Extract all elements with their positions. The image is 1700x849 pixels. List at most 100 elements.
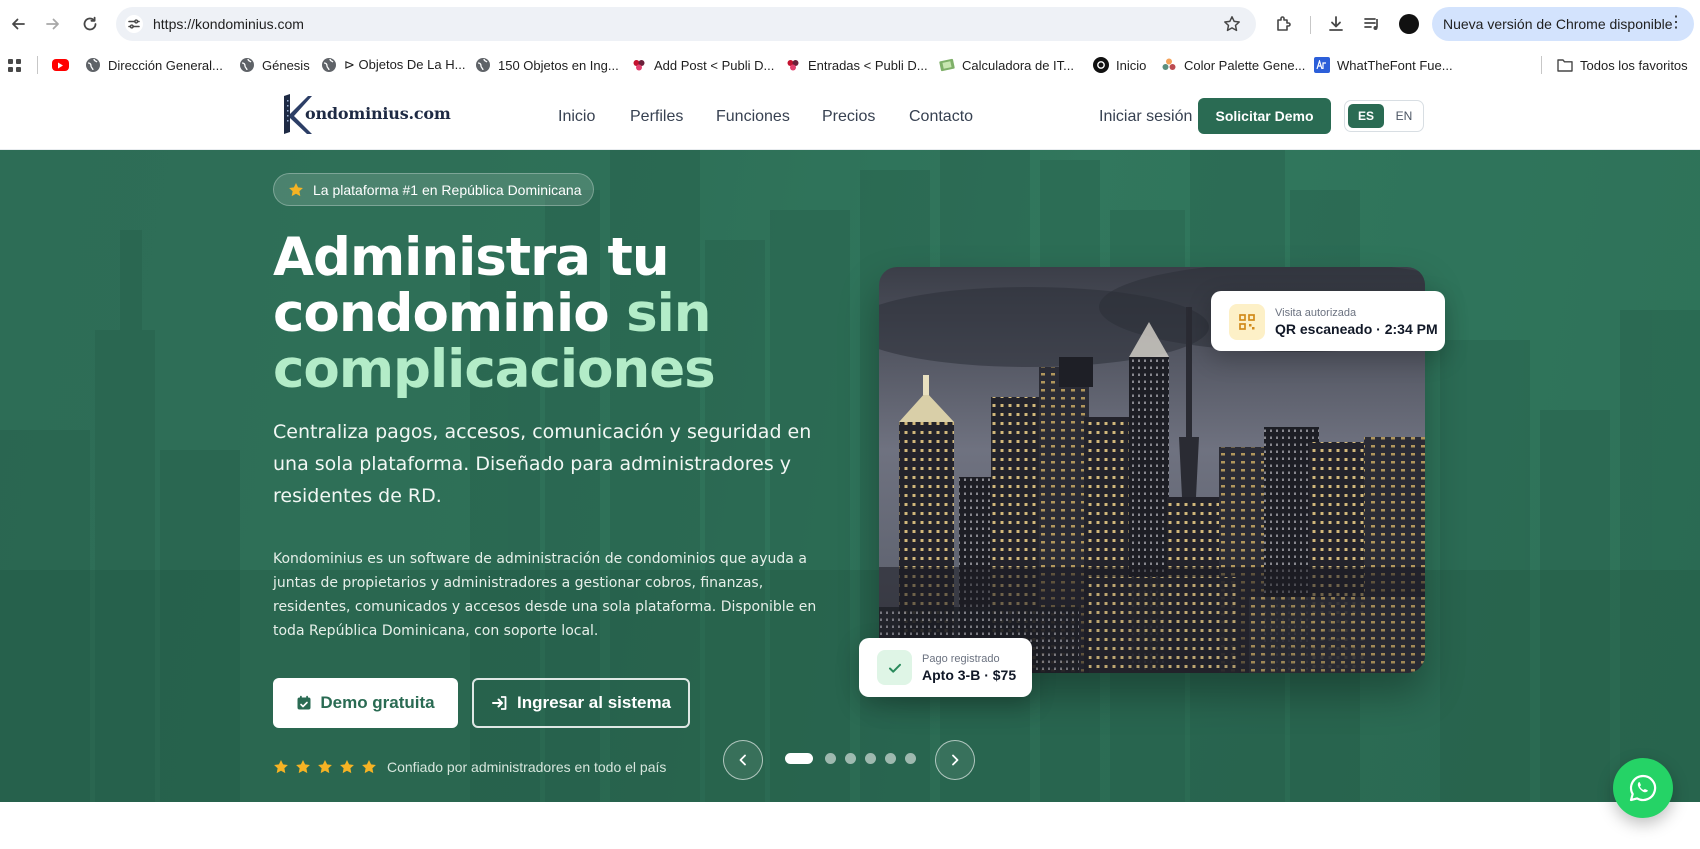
- trust-text: Confiado por administradores en todo el …: [387, 759, 667, 775]
- chrome-update-button[interactable]: Nueva versión de Chrome disponible ⋮: [1432, 7, 1694, 41]
- toolbar-separator: [1310, 16, 1311, 34]
- rating-star-icon: [296, 760, 310, 774]
- carousel-next-button[interactable]: [935, 740, 975, 780]
- kebab-menu-icon[interactable]: ⋮: [1668, 15, 1684, 31]
- login-link[interactable]: Iniciar sesión: [1099, 108, 1192, 126]
- carousel-prev-button[interactable]: [723, 740, 763, 780]
- hero-section: La plataforma #1 en República Dominicana…: [0, 150, 1700, 802]
- chevron-left-icon: [739, 754, 746, 766]
- download-icon[interactable]: [1325, 13, 1347, 35]
- bookmarks-bar: Dirección General... Génesis ⊳ Objetos D…: [0, 48, 1700, 82]
- site-favicon: [785, 57, 801, 73]
- all-bookmarks-folder[interactable]: Todos los favoritos: [1557, 54, 1688, 76]
- browser-toolbar: https://kondominius.com Nueva versión de…: [0, 0, 1700, 48]
- font-favicon: [1314, 57, 1330, 73]
- apps-grid-icon[interactable]: [8, 55, 22, 77]
- rating-star-icon: [340, 760, 354, 774]
- bookmark-item[interactable]: 150 Objetos en Ing...: [475, 54, 619, 76]
- hero-title-line-3: complicaciones: [273, 339, 716, 400]
- payment-registered-card: Pago registrado Apto 3-B · $75: [859, 638, 1032, 697]
- bookmark-label: 150 Objetos en Ing...: [498, 57, 619, 73]
- youtube-icon: [52, 59, 69, 71]
- hero-title-line-2: condominio: [273, 283, 627, 344]
- bookmark-item[interactable]: Dirección General...: [85, 54, 223, 76]
- site-header: K ondominius.com Inicio Perfiles Funcion…: [0, 82, 1700, 150]
- whatsapp-icon: [1629, 774, 1657, 802]
- whatsapp-button[interactable]: [1613, 758, 1673, 818]
- extensions-icon[interactable]: [1273, 13, 1295, 35]
- reload-icon[interactable]: [77, 11, 103, 37]
- site-favicon: [631, 57, 647, 73]
- chrome-update-label: Nueva versión de Chrome disponible: [1443, 16, 1673, 32]
- nav-link-precios[interactable]: Precios: [822, 108, 875, 126]
- hero-badge-text: La plataforma #1 en República Dominicana: [313, 181, 582, 198]
- folder-icon: [1557, 57, 1573, 73]
- bookmark-label: Inicio: [1116, 57, 1147, 73]
- nav-link-inicio[interactable]: Inicio: [558, 108, 595, 126]
- threads-favicon: [1093, 57, 1109, 73]
- bookmark-label: WhatTheFont Fue...: [1337, 57, 1453, 73]
- carousel-dot[interactable]: [905, 753, 916, 764]
- calendar-check-icon: [297, 695, 311, 710]
- rating-star-icon: [318, 760, 332, 774]
- hero-lead: Centraliza pagos, accesos, comunicación …: [273, 421, 812, 507]
- skyline-background: [0, 150, 1700, 802]
- carousel-dot[interactable]: [885, 753, 896, 764]
- back-arrow-icon[interactable]: [5, 11, 31, 37]
- bookmark-item[interactable]: WhatTheFont Fue...: [1314, 54, 1453, 76]
- lang-es-button[interactable]: ES: [1348, 104, 1384, 128]
- hero-title-line-1: Administra tu: [273, 227, 670, 288]
- calculator-favicon: [939, 57, 955, 73]
- bookmark-label: Dirección General...: [108, 57, 223, 73]
- payment-card-caption: Pago registrado: [922, 653, 1000, 665]
- login-system-button[interactable]: Ingresar al sistema: [472, 678, 690, 728]
- next-section: [0, 802, 1700, 849]
- rating-star-icon: [362, 760, 376, 774]
- visit-card-caption: Visita autorizada: [1275, 307, 1357, 319]
- hero-title-accent: sin: [626, 283, 711, 344]
- bookmark-item[interactable]: Entradas < Publi D...: [785, 54, 928, 76]
- bookmark-item[interactable]: Add Post < Publi D...: [631, 54, 774, 76]
- carousel-dot[interactable]: [785, 753, 813, 764]
- lang-en-button[interactable]: EN: [1387, 104, 1421, 128]
- bookmarks-separator: [37, 56, 38, 74]
- visit-authorized-card: Visita autorizada QR escaneado · 2:34 PM: [1211, 291, 1445, 351]
- check-icon: [877, 650, 912, 685]
- bookmark-star-icon[interactable]: [1222, 14, 1242, 34]
- logo-text[interactable]: ondominius.com: [305, 104, 451, 123]
- nav-link-perfiles[interactable]: Perfiles: [630, 108, 683, 126]
- youtube-bookmark[interactable]: [52, 54, 76, 76]
- bookmarks-separator: [1541, 56, 1542, 74]
- media-queue-icon[interactable]: [1361, 13, 1383, 35]
- chevron-right-icon: [952, 754, 959, 766]
- bookmark-label: ⊳ Objetos De La H...: [344, 57, 466, 72]
- carousel-dot[interactable]: [845, 753, 856, 764]
- bookmark-item[interactable]: Calculadora de IT...: [939, 54, 1074, 76]
- bookmark-label: Calculadora de IT...: [962, 57, 1075, 73]
- bookmark-label: Génesis: [262, 57, 310, 73]
- request-demo-button[interactable]: Solicitar Demo: [1198, 98, 1331, 134]
- url-text[interactable]: https://kondominius.com: [153, 16, 304, 32]
- hero-badge: La plataforma #1 en República Dominicana: [273, 173, 594, 206]
- carousel-dot[interactable]: [865, 753, 876, 764]
- address-bar[interactable]: https://kondominius.com: [116, 7, 1256, 41]
- site-settings-icon[interactable]: [124, 14, 144, 34]
- carousel-dot[interactable]: [825, 753, 836, 764]
- profile-avatar[interactable]: [1399, 14, 1419, 34]
- rating-stars: [273, 759, 377, 775]
- trust-rating: Confiado por administradores en todo el …: [273, 755, 666, 779]
- qr-code-icon: [1229, 304, 1265, 340]
- bookmark-item[interactable]: Inicio: [1093, 54, 1146, 76]
- all-bookmarks-label: Todos los favoritos: [1580, 57, 1688, 73]
- free-demo-button[interactable]: Demo gratuita: [273, 678, 458, 728]
- forward-arrow-icon[interactable]: [40, 11, 66, 37]
- star-icon: [289, 183, 303, 197]
- nav-link-contacto[interactable]: Contacto: [909, 108, 973, 126]
- bookmark-item[interactable]: Color Palette Gene...: [1161, 54, 1305, 76]
- bookmark-item[interactable]: Génesis: [239, 54, 310, 76]
- nav-link-funciones[interactable]: Funciones: [716, 108, 790, 126]
- free-demo-label: Demo gratuita: [320, 693, 435, 712]
- language-switcher: ES EN: [1344, 100, 1424, 132]
- login-system-label: Ingresar al sistema: [516, 693, 672, 712]
- bookmark-item[interactable]: ⊳ Objetos De La H...: [321, 54, 465, 76]
